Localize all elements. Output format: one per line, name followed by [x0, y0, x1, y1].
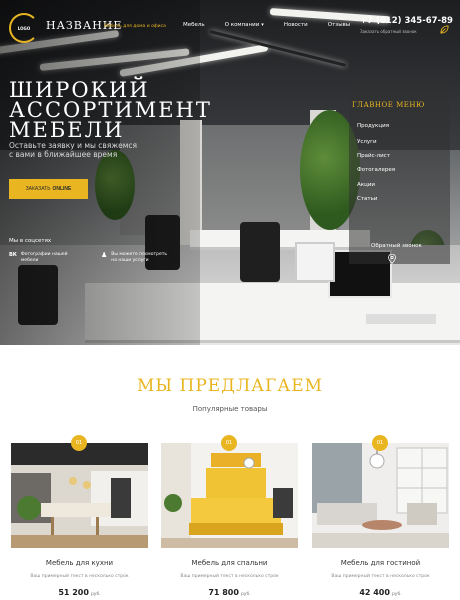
hero-subtitle: Оставьте заявку и мы свяжемся с вами в б… — [9, 141, 137, 159]
chevron-down-icon: ▾ — [261, 22, 264, 28]
nav-label: Отзывы — [327, 22, 351, 28]
product-description: Ваш примерный текст в несколько строк — [30, 574, 129, 579]
product-badge: 01 — [71, 435, 87, 451]
hero-title-line: АССОРТИМЕНТ — [9, 98, 212, 122]
desk — [190, 230, 370, 250]
product-image-bedroom[interactable] — [161, 443, 298, 548]
price-currency: руб. — [90, 592, 101, 597]
product-image-living-room[interactable] — [312, 443, 449, 548]
price-currency: руб. — [240, 592, 251, 597]
product-description: Ваш примерный текст в несколько строк — [180, 574, 279, 579]
hero-subtitle-line: с вами в ближайшее время — [9, 150, 118, 159]
main-nav: Мебель О компании ▾ Новости Отзывы — [183, 22, 370, 28]
hero-title-line: ШИРОКИЙ — [9, 78, 150, 102]
nav-label: О компании — [224, 22, 260, 28]
nav-label: Новости — [283, 22, 308, 28]
menu-item-products[interactable]: Продукция — [357, 123, 389, 129]
feature-text: Фотографии нашей мебели — [20, 252, 68, 263]
section-title: МЫ ПРЕДЛАГАЕМ — [136, 376, 324, 396]
hero-overlay — [0, 0, 200, 345]
product-price: 42 400 руб. — [312, 588, 449, 597]
order-online-button[interactable]: ЗАКАЗАТЬ ONLINE — [9, 179, 88, 199]
product-badge: 01 — [221, 435, 237, 451]
logo-text: LOGO — [17, 25, 31, 31]
nav-item-about[interactable]: О компании ▾ — [225, 22, 264, 28]
feature-text: Вы можете посмотреть на наши услуги — [111, 252, 167, 263]
keyboard — [366, 314, 436, 324]
product-name[interactable]: Мебель для кухни — [11, 559, 148, 567]
product-description: Ваш примерный текст в несколько строк — [331, 574, 430, 579]
cta-label-strong: ONLINE — [52, 186, 72, 192]
hero-subtitle-line: Оставьте заявку и мы свяжемся — [9, 141, 138, 150]
monitor — [295, 242, 335, 282]
product-name[interactable]: Мебель для гостиной — [312, 559, 449, 567]
price-value: 51 200 — [58, 588, 89, 597]
price-currency: руб. — [391, 592, 402, 597]
location-pin-icon — [388, 254, 396, 264]
vk-icon: ВК — [9, 252, 17, 258]
main-menu-panel — [349, 84, 450, 264]
menu-item-pricelist[interactable]: Прайс-лист — [357, 153, 390, 159]
social-label: Мы в соцсетях — [9, 238, 52, 244]
leaf-icon — [440, 25, 449, 34]
nav-item-news[interactable]: Новости — [284, 22, 308, 28]
menu-item-services[interactable]: Услуги — [357, 139, 377, 145]
person-icon: ♟ — [101, 251, 108, 259]
site-header: LOGO НАЗВАНИЕ Мебель для дома и офиса Ме… — [0, 0, 460, 48]
cta-label: ЗАКАЗАТЬ — [25, 186, 51, 192]
price-value: 42 400 — [359, 588, 390, 597]
hero-section: LOGO НАЗВАНИЕ Мебель для дома и офиса Ме… — [0, 0, 460, 345]
hero-title: ШИРОКИЙ АССОРТИМЕНТ МЕБЕЛИ — [9, 78, 212, 142]
nav-item-furniture[interactable]: Мебель — [183, 22, 205, 28]
product-badge: 01 — [372, 435, 388, 451]
callback-button[interactable]: Обратный звонок — [371, 243, 422, 249]
office-chair — [240, 222, 280, 282]
phone-number[interactable]: +7 (012) 345-67-89 — [360, 16, 453, 26]
product-price: 71 800 руб. — [161, 588, 298, 597]
tagline: Мебель для дома и офиса — [104, 24, 166, 29]
menu-item-gallery[interactable]: Фотогалерея — [357, 167, 395, 173]
product-image-kitchen[interactable] — [11, 443, 148, 548]
menu-item-articles[interactable]: Статьи — [357, 196, 377, 202]
main-menu-title: ГЛАВНОЕ МЕНЮ — [352, 101, 425, 109]
section-subtitle: Популярные товары — [192, 405, 268, 413]
product-name[interactable]: Мебель для спальни — [161, 559, 298, 567]
product-price: 51 200 руб. — [11, 588, 148, 597]
menu-item-promotions[interactable]: Акции — [357, 182, 375, 188]
logo[interactable]: LOGO — [9, 13, 39, 43]
nav-item-reviews[interactable]: Отзывы — [328, 22, 350, 28]
hero-title-line: МЕБЕЛИ — [9, 118, 125, 142]
callback-link[interactable]: Заказать обратный звонок — [360, 29, 417, 34]
feature-services[interactable]: ♟ Вы можете посмотреть на наши услуги — [101, 252, 171, 264]
price-value: 71 800 — [208, 588, 239, 597]
nav-label: Мебель — [183, 22, 205, 28]
feature-photos[interactable]: ВК Фотографии нашей мебели — [9, 252, 81, 264]
